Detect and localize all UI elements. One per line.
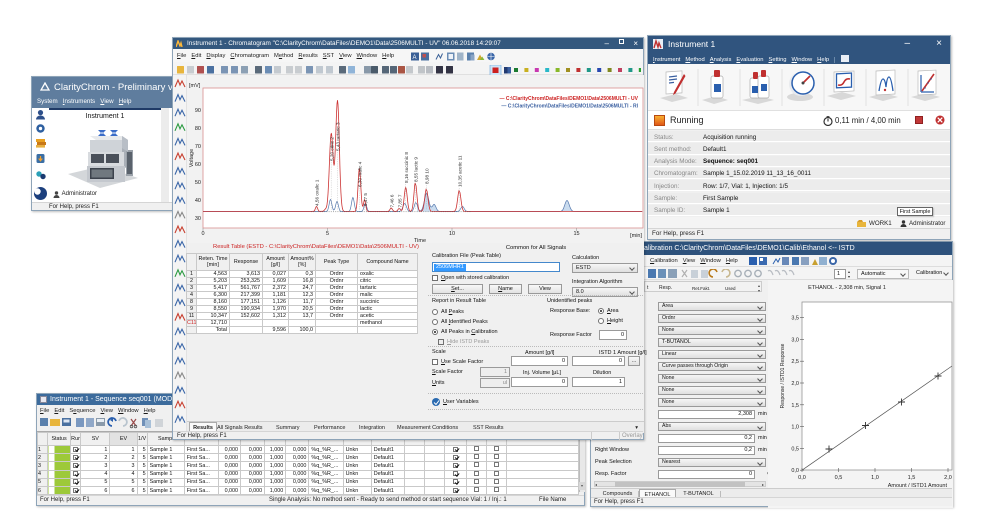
- svg-text:80: 80: [195, 126, 201, 132]
- svg-text:1,0: 1,0: [791, 425, 799, 431]
- svg-text:8,16 succinic 8: 8,16 succinic 8: [404, 152, 409, 183]
- svg-text:6,30 malic 4: 6,30 malic 4: [358, 161, 363, 187]
- svg-text:2,0: 2,0: [791, 381, 799, 387]
- svg-text:0,0: 0,0: [791, 468, 799, 474]
- svg-text:0,5: 0,5: [835, 475, 843, 481]
- svg-text:7,85 7: 7,85 7: [397, 194, 402, 207]
- svg-text:6,47 5: 6,47 5: [363, 193, 368, 206]
- svg-text:8,98 10: 8,98 10: [425, 168, 430, 184]
- svg-text:0: 0: [201, 231, 204, 237]
- svg-text:0,5: 0,5: [791, 446, 799, 452]
- svg-text:50: 50: [195, 180, 201, 186]
- svg-text:Response / ISTD1 Response: Response / ISTD1 Response: [780, 343, 786, 408]
- svg-text:2,5: 2,5: [791, 359, 799, 365]
- svg-text:5,20 citric 2: 5,20 citric 2: [329, 137, 334, 161]
- svg-text:40: 40: [195, 198, 201, 204]
- svg-text:10: 10: [449, 231, 455, 237]
- svg-text:— C:\ClarityChrom\DataFiles\DE: — C:\ClarityChrom\DataFiles\DEMO1\Data\2…: [501, 104, 638, 110]
- svg-text:[min]: [min]: [630, 233, 642, 239]
- svg-text:8,55 lactic 9: 8,55 lactic 9: [414, 157, 419, 182]
- svg-text:A: A: [413, 55, 417, 61]
- svg-text:1,5: 1,5: [908, 475, 916, 481]
- svg-text:60: 60: [195, 162, 201, 168]
- svg-text:15: 15: [573, 231, 579, 237]
- svg-text:3,5: 3,5: [791, 316, 799, 322]
- svg-text:10,35 acetic 11: 10,35 acetic 11: [457, 155, 462, 187]
- svg-text:30: 30: [195, 216, 201, 222]
- svg-text:5: 5: [326, 231, 329, 237]
- svg-text:— C:\ClarityChrom\DataFiles\DE: — C:\ClarityChrom\DataFiles\DEMO1\Data\2…: [499, 96, 638, 102]
- svg-text:[mV]: [mV]: [189, 83, 201, 89]
- svg-text:1,0: 1,0: [871, 475, 879, 481]
- svg-text:4,56 oxalic 1: 4,56 oxalic 1: [315, 179, 320, 206]
- svg-text:90: 90: [195, 108, 201, 114]
- svg-text:1,5: 1,5: [791, 403, 799, 409]
- svg-text:5,43 tartaric 3: 5,43 tartaric 3: [336, 122, 341, 151]
- svg-text:0,0: 0,0: [798, 475, 806, 481]
- svg-text:7,46 6: 7,46 6: [389, 194, 394, 207]
- svg-text:ETHANOL - 2,308 min, Signal 1: ETHANOL - 2,308 min, Signal 1: [808, 285, 886, 291]
- svg-text:2,0: 2,0: [944, 475, 952, 481]
- svg-text:70: 70: [195, 144, 201, 150]
- svg-text:3,0: 3,0: [791, 337, 799, 343]
